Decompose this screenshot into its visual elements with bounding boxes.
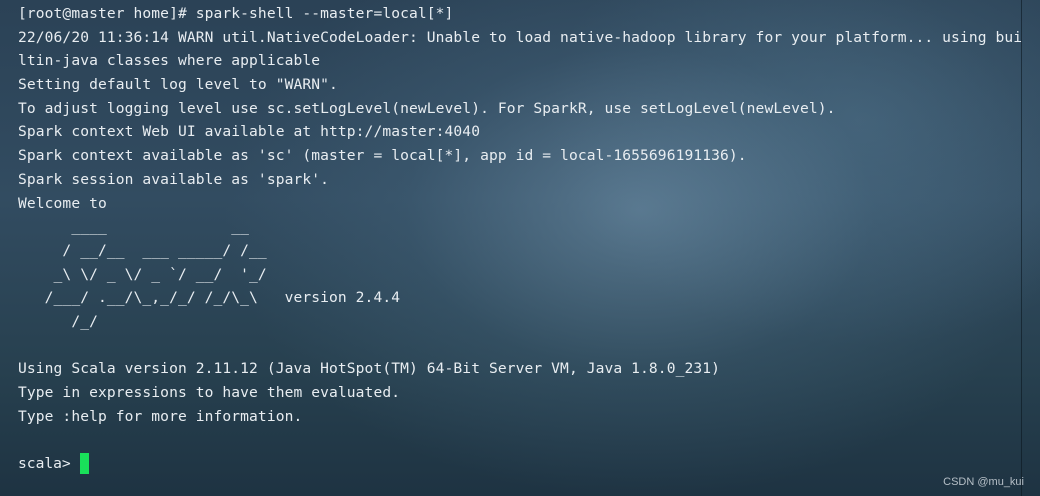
terminal-window[interactable]: [root@master home]# spark-shell --master…: [0, 0, 1040, 496]
web-ui-line: Spark context Web UI available at http:/…: [18, 123, 481, 141]
scala-version-line: Using Scala version 2.11.12 (Java HotSpo…: [18, 360, 721, 378]
warn-line: 22/06/20 11:36:14 WARN util.NativeCodeLo…: [18, 28, 1023, 46]
shell-command-line: [root@master home]# spark-shell --master…: [18, 5, 454, 22]
watermark: CSDN @mu_kui: [943, 476, 1024, 488]
welcome-line: Welcome to: [18, 194, 107, 212]
log-level-line: Setting default log level to "WARN".: [18, 76, 338, 94]
window-edge-divider: [1021, 0, 1022, 496]
warn-line-continued: ltin-java classes where applicable: [18, 52, 321, 70]
spark-session-line: Spark session available as 'spark'.: [18, 170, 330, 188]
spark-logo-version-line: /___/ .__/\_,_/_/ /_/\_\ version 2.4.4: [18, 289, 401, 307]
scala-prompt-line[interactable]: scala>: [18, 452, 89, 476]
spark-logo-line-3: _\ \/ _ \/ _ `/ __/ '_/: [18, 265, 267, 283]
adjust-logging-line: To adjust logging level use sc.setLogLev…: [18, 99, 836, 117]
spark-context-line: Spark context available as 'sc' (master …: [18, 147, 747, 165]
terminal-output: [root@master home]# spark-shell --master…: [18, 2, 1023, 428]
spark-logo-line-2: / __/__ ___ _____/ /__: [18, 241, 267, 259]
type-help-line: Type :help for more information.: [18, 407, 303, 425]
text-cursor[interactable]: [79, 453, 89, 475]
spark-logo-line-5: /_/: [18, 312, 98, 330]
scala-prompt: scala>: [18, 455, 71, 472]
spark-logo-line-1: ____ __: [18, 218, 250, 236]
type-expressions-line: Type in expressions to have them evaluat…: [18, 384, 401, 401]
